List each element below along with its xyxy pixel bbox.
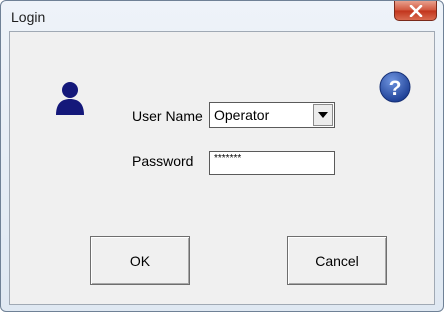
- password-value: *******: [214, 153, 242, 164]
- dialog-body: ? User Name Operator Password ******* OK…: [9, 31, 435, 305]
- ok-button[interactable]: OK: [90, 236, 190, 285]
- username-select[interactable]: Operator: [209, 102, 335, 128]
- svg-text:?: ?: [389, 77, 402, 100]
- close-icon: [409, 4, 422, 17]
- username-value: Operator: [214, 107, 270, 123]
- window-title: Login: [11, 9, 46, 25]
- password-label: Password: [132, 153, 194, 169]
- user-icon: [56, 82, 84, 115]
- cancel-button[interactable]: Cancel: [287, 236, 387, 285]
- help-icon[interactable]: ?: [378, 70, 412, 104]
- chevron-down-icon: [318, 112, 328, 118]
- close-button[interactable]: [394, 1, 437, 21]
- username-label: User Name: [132, 108, 203, 124]
- password-field[interactable]: *******: [209, 151, 335, 175]
- dropdown-button[interactable]: [313, 104, 333, 126]
- title-bar[interactable]: Login: [1, 1, 443, 31]
- login-dialog: Login ? User Name Operator Password ****…: [0, 0, 444, 312]
